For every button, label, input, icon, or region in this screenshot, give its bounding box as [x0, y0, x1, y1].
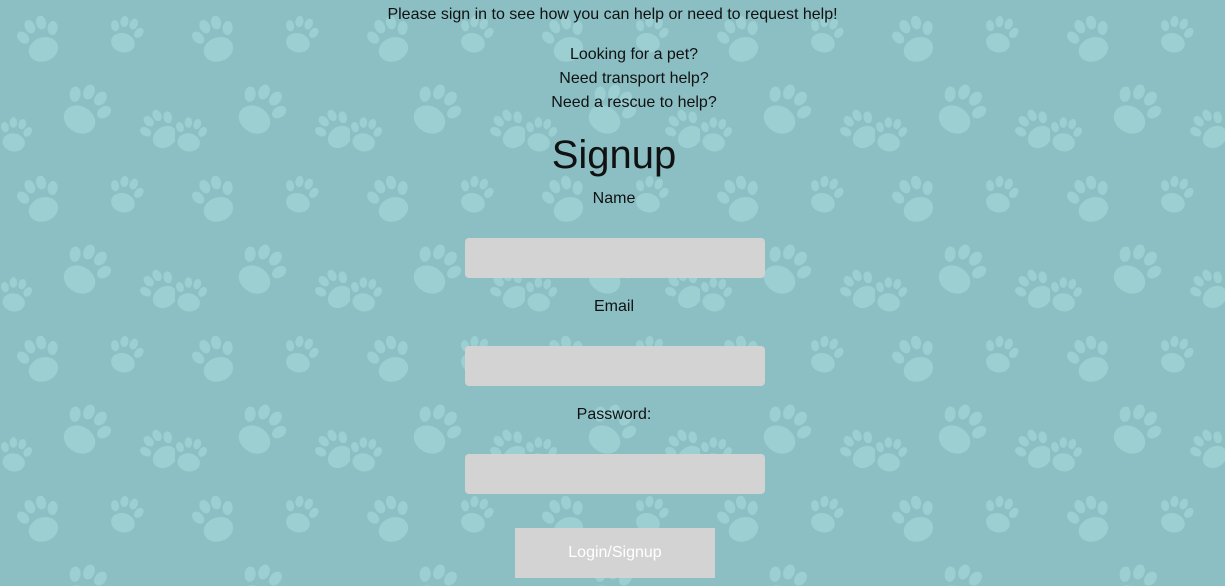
signup-title: Signup: [551, 133, 677, 177]
email-label: Email: [593, 298, 634, 315]
login-signup-button[interactable]: Login/Signup: [515, 528, 715, 578]
signup-page: Please sign in to see how you can help o…: [0, 0, 1225, 586]
password-label: Password:: [576, 406, 652, 423]
signin-prompt: Please sign in to see how you can help o…: [387, 6, 838, 23]
intro-line-transport: Need transport help?: [559, 70, 709, 87]
intro-line-rescue: Need a rescue to help?: [551, 94, 717, 111]
intro-line-pet: Looking for a pet?: [569, 46, 699, 63]
password-input[interactable]: [465, 454, 765, 494]
email-input[interactable]: [465, 346, 765, 386]
name-label: Name: [592, 190, 636, 207]
name-input[interactable]: [465, 238, 765, 278]
